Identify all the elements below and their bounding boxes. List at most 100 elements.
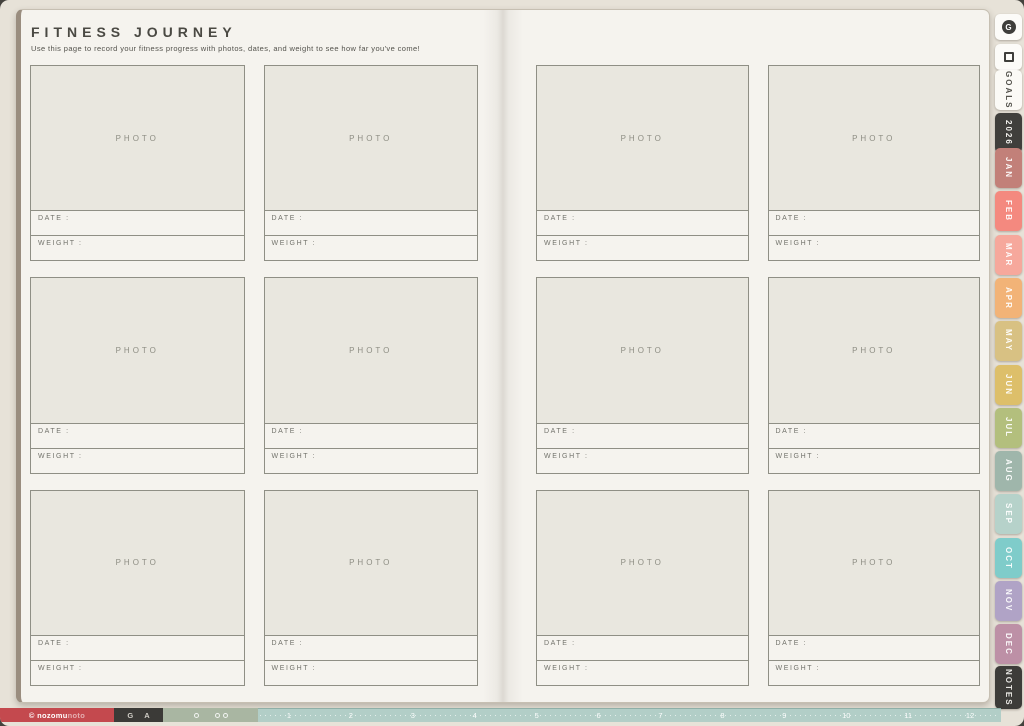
- tab-notes[interactable]: NOTES: [995, 666, 1022, 709]
- square-icon: [1003, 52, 1014, 62]
- weight-field[interactable]: WEIGHT :: [30, 659, 245, 686]
- month-tab-label: APR: [1004, 286, 1013, 310]
- date-field[interactable]: DATE :: [263, 210, 478, 237]
- photo-label: PHOTO: [620, 133, 664, 143]
- weight-label: WEIGHT :: [775, 240, 821, 248]
- home-tab[interactable]: G: [995, 14, 1022, 40]
- progress-card: PHOTO DATE : WEIGHT :: [30, 65, 245, 262]
- weight-field[interactable]: WEIGHT :: [263, 447, 478, 474]
- photo-placeholder[interactable]: PHOTO: [30, 277, 245, 424]
- weight-label: WEIGHT :: [38, 240, 83, 248]
- photo-placeholder[interactable]: PHOTO: [536, 489, 749, 636]
- bar-button-group: G A: [114, 708, 163, 722]
- tab-goals[interactable]: GOALS: [995, 70, 1022, 110]
- progress-card: PHOTO DATE : WEIGHT :: [536, 489, 749, 686]
- date-label: DATE :: [271, 639, 304, 647]
- photo-placeholder[interactable]: PHOTO: [30, 65, 245, 212]
- page-number-5[interactable]: 5: [506, 709, 568, 722]
- page-number-8[interactable]: 8: [691, 709, 753, 722]
- brand-label: © nozomu noto: [0, 708, 114, 722]
- month-tab-label: DEC: [1004, 632, 1013, 656]
- page-subtitle: Use this page to record your fitness pro…: [31, 44, 421, 53]
- weight-field[interactable]: WEIGHT :: [767, 447, 980, 474]
- photo-placeholder[interactable]: PHOTO: [263, 65, 478, 212]
- date-label: DATE :: [775, 215, 808, 223]
- brand-light: noto: [67, 710, 86, 720]
- page-number-6[interactable]: 6: [568, 709, 630, 722]
- photo-placeholder[interactable]: PHOTO: [536, 277, 749, 424]
- bar-button-g[interactable]: G: [127, 711, 133, 720]
- weight-field[interactable]: WEIGHT :: [30, 447, 245, 474]
- page-number-3[interactable]: 3: [382, 709, 444, 722]
- photo-placeholder[interactable]: PHOTO: [767, 277, 980, 424]
- single-page-view-icon[interactable]: [193, 712, 199, 718]
- date-label: DATE :: [271, 215, 304, 223]
- spread-view-icon[interactable]: [214, 712, 228, 718]
- view-toggle-group: [163, 708, 258, 722]
- weight-label: WEIGHT :: [38, 664, 83, 672]
- weight-field[interactable]: WEIGHT :: [263, 659, 478, 686]
- page-number-4[interactable]: 4: [444, 709, 506, 722]
- weight-field[interactable]: WEIGHT :: [767, 659, 980, 686]
- month-tab-label: MAY: [1004, 329, 1013, 353]
- weight-field[interactable]: WEIGHT :: [536, 447, 749, 474]
- page-number-10[interactable]: 10: [815, 709, 877, 722]
- tab-aug[interactable]: AUG: [995, 451, 1022, 491]
- tab-feb[interactable]: FEB: [995, 191, 1022, 231]
- date-field[interactable]: DATE :: [767, 634, 980, 661]
- tab-jul[interactable]: JUL: [995, 408, 1022, 448]
- page-number-9[interactable]: 9: [753, 709, 815, 722]
- page-number-1[interactable]: 1: [258, 709, 320, 722]
- date-field[interactable]: DATE :: [536, 210, 749, 237]
- month-tab-label: JUN: [1004, 373, 1013, 396]
- photo-placeholder[interactable]: PHOTO: [536, 65, 749, 212]
- date-field[interactable]: DATE :: [536, 422, 749, 449]
- weight-field[interactable]: WEIGHT :: [536, 235, 749, 262]
- month-tab-label: AUG: [1004, 459, 1013, 483]
- month-tab-label: SEP: [1004, 502, 1013, 525]
- page-number-7[interactable]: 7: [630, 709, 692, 722]
- tab-dec[interactable]: DEC: [995, 624, 1022, 664]
- date-field[interactable]: DATE :: [263, 422, 478, 449]
- date-field[interactable]: DATE :: [263, 634, 478, 661]
- bar-button-a[interactable]: A: [144, 711, 149, 720]
- weight-field[interactable]: WEIGHT :: [767, 235, 980, 262]
- photo-placeholder[interactable]: PHOTO: [767, 489, 980, 636]
- date-field[interactable]: DATE :: [767, 210, 980, 237]
- weight-field[interactable]: WEIGHT :: [263, 235, 478, 262]
- progress-card: PHOTO DATE : WEIGHT :: [767, 489, 980, 686]
- date-field[interactable]: DATE :: [30, 422, 245, 449]
- tab-may[interactable]: MAY: [995, 321, 1022, 361]
- page-view-tab[interactable]: [995, 44, 1022, 70]
- photo-placeholder[interactable]: PHOTO: [30, 489, 245, 636]
- date-label: DATE :: [775, 639, 808, 647]
- date-label: DATE :: [544, 215, 576, 223]
- date-field[interactable]: DATE :: [536, 634, 749, 661]
- tab-2026[interactable]: 2026: [995, 113, 1022, 153]
- photo-placeholder[interactable]: PHOTO: [263, 489, 478, 636]
- tab-sep[interactable]: SEP: [995, 494, 1022, 534]
- page-number-2[interactable]: 2: [320, 709, 382, 722]
- page-number-11[interactable]: 11: [877, 709, 939, 722]
- book-spine: [483, 10, 523, 702]
- photo-placeholder[interactable]: PHOTO: [767, 65, 980, 212]
- progress-card: PHOTO DATE : WEIGHT :: [263, 489, 478, 686]
- tab-jun[interactable]: JUN: [995, 365, 1022, 405]
- progress-card: PHOTO DATE : WEIGHT :: [767, 277, 980, 474]
- tab-notes-label: NOTES: [1004, 668, 1013, 707]
- weight-field[interactable]: WEIGHT :: [30, 235, 245, 262]
- date-field[interactable]: DATE :: [30, 210, 245, 237]
- photo-label: PHOTO: [115, 558, 159, 568]
- page-number-12[interactable]: 12: [939, 709, 1001, 722]
- month-tab-label: JUL: [1004, 417, 1013, 439]
- weight-field[interactable]: WEIGHT :: [536, 659, 749, 686]
- photo-placeholder[interactable]: PHOTO: [263, 277, 478, 424]
- tab-nov[interactable]: NOV: [995, 581, 1022, 621]
- date-field[interactable]: DATE :: [30, 634, 245, 661]
- tab-jan[interactable]: JAN: [995, 148, 1022, 188]
- date-field[interactable]: DATE :: [767, 422, 980, 449]
- tab-mar[interactable]: MAR: [995, 235, 1022, 275]
- tab-apr[interactable]: APR: [995, 278, 1022, 318]
- tab-oct[interactable]: OCT: [995, 538, 1022, 578]
- weight-label: WEIGHT :: [271, 664, 317, 672]
